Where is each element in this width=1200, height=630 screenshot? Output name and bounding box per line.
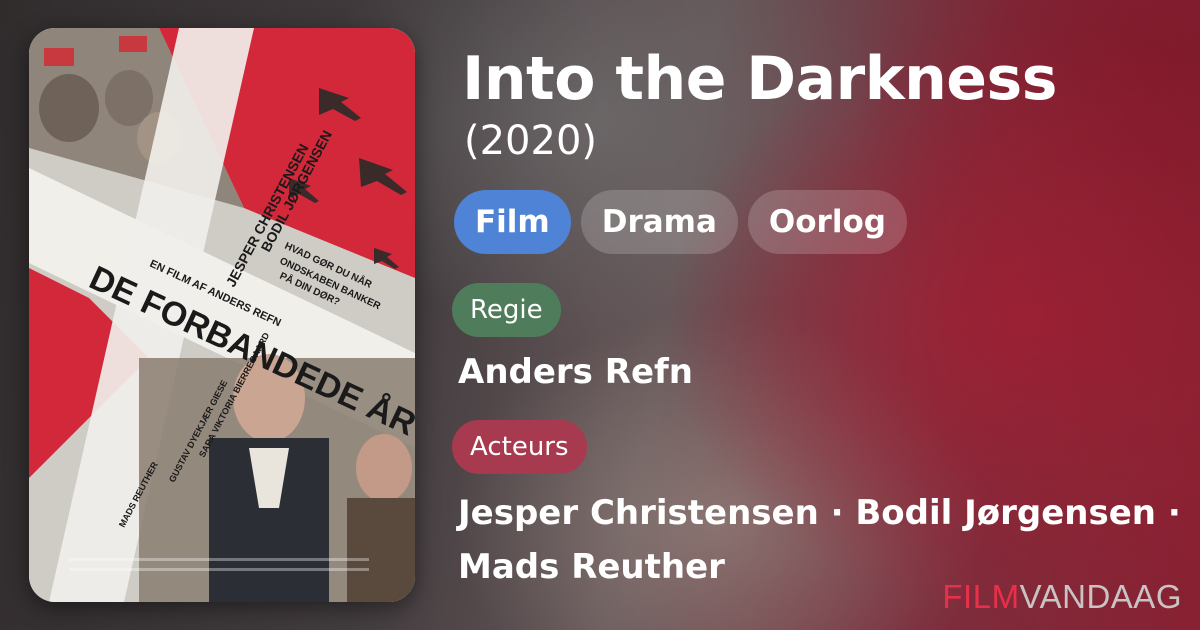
genre-chip-oorlog[interactable]: Oorlog: [747, 190, 907, 254]
movie-year: (2020): [464, 118, 598, 164]
poster-artwork: JESPER CHRISTENSEN BODIL JØRGENSEN HVAD …: [29, 28, 415, 602]
director-label-badge: Regie: [452, 283, 561, 337]
genre-chip-drama[interactable]: Drama: [580, 190, 738, 254]
actors-label-badge: Acteurs: [452, 420, 587, 474]
genre-chips: Film Drama Oorlog: [454, 190, 907, 254]
director-name[interactable]: Anders Refn: [458, 352, 693, 392]
movie-poster[interactable]: JESPER CHRISTENSEN BODIL JØRGENSEN HVAD …: [29, 28, 415, 602]
movie-title: Into the Darkness: [462, 44, 1057, 114]
filmvandaag-logo[interactable]: FILMVANDAAG: [942, 578, 1182, 616]
logo-part-vandaag: VANDAAG: [1019, 578, 1182, 615]
genre-chip-film[interactable]: Film: [454, 190, 571, 254]
logo-part-film: FILM: [942, 578, 1020, 615]
